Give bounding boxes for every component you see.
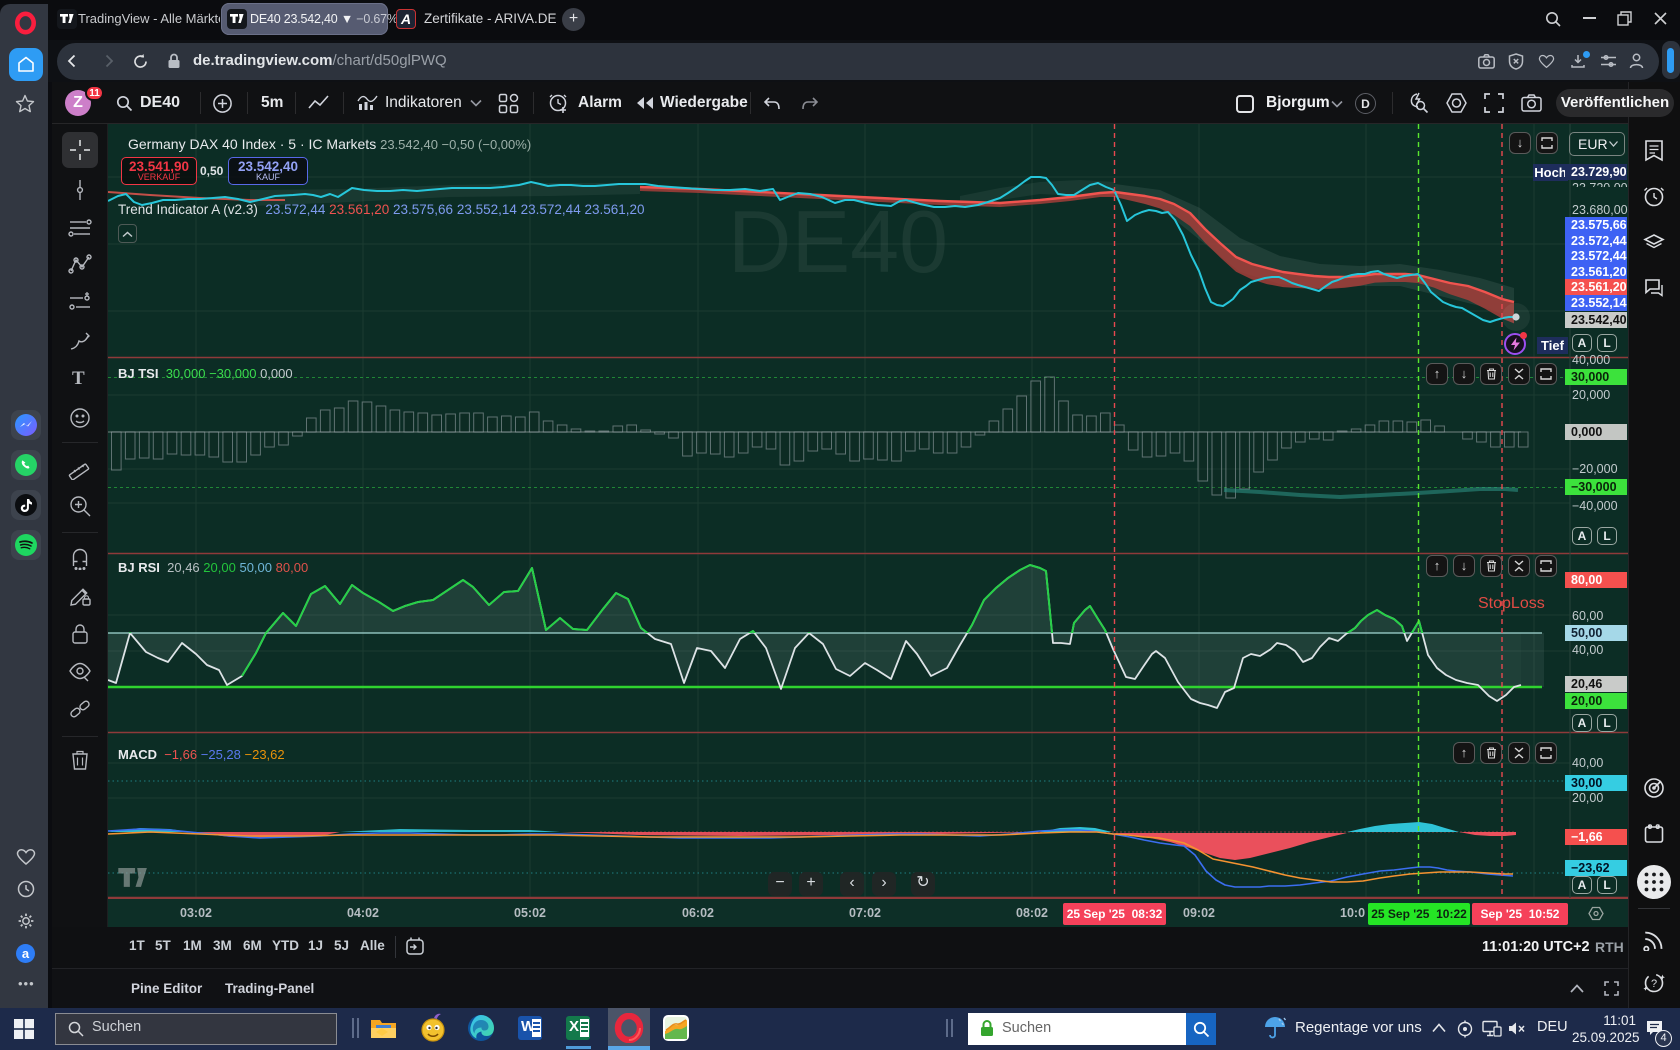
svg-text:?: ? <box>1651 978 1657 990</box>
